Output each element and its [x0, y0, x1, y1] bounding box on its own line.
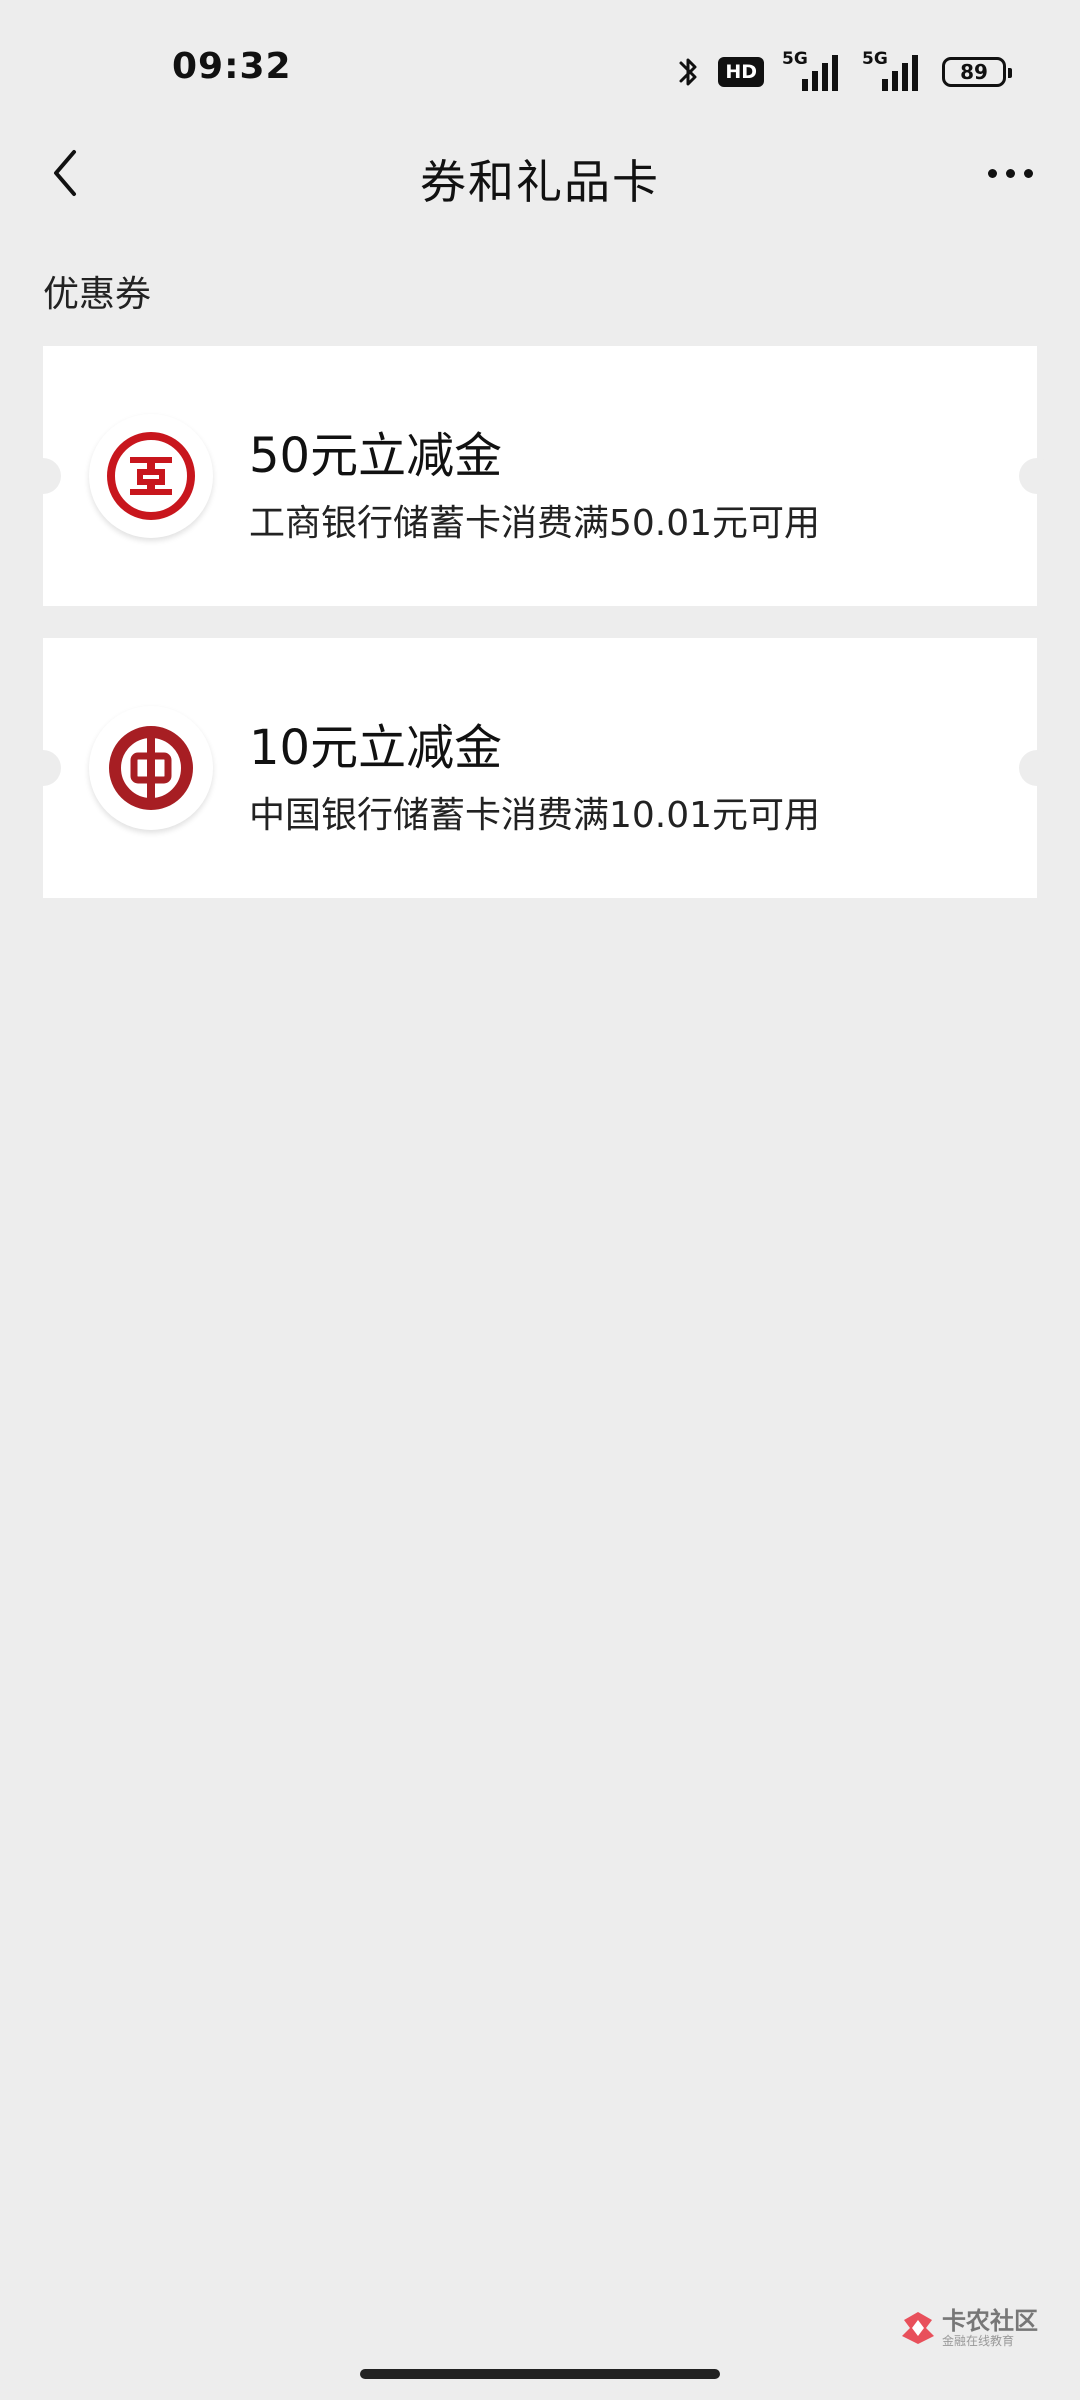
coupon-description: 工商银行储蓄卡消费满50.01元可用 [249, 503, 821, 544]
battery-level: 89 [960, 60, 988, 84]
icbc-logo-icon [89, 414, 213, 538]
signal-icon: 5G [782, 49, 844, 91]
coupon-card[interactable]: 50元立减金 工商银行储蓄卡消费满50.01元可用 [25, 346, 1055, 606]
network-type-label: 5G [782, 49, 808, 69]
more-dots-icon [987, 168, 997, 178]
battery-icon: 89 [942, 57, 1012, 87]
coupon-title: 50元立减金 [249, 428, 503, 484]
bluetooth-icon [678, 54, 700, 90]
signal-icon: 5G [862, 49, 924, 91]
more-button[interactable] [970, 148, 1050, 198]
coupon-title: 10元立减金 [249, 720, 503, 776]
status-time: 09:32 [172, 46, 292, 87]
more-dots-icon [1005, 168, 1015, 178]
more-dots-icon [1023, 168, 1033, 178]
section-label-coupons: 优惠券 [43, 274, 152, 315]
watermark-subtitle: 金融在线教育 [942, 2334, 1015, 2348]
coupon-description: 中国银行储蓄卡消费满10.01元可用 [249, 795, 821, 836]
status-icons: HD 5G 5G 89 [678, 49, 1012, 92]
coupon-card[interactable]: 10元立减金 中国银行储蓄卡消费满10.01元可用 [25, 638, 1055, 898]
hd-voice-icon: HD [718, 57, 764, 87]
page-title: 券和礼品卡 [420, 155, 660, 209]
network-type-label: 5G [862, 49, 888, 69]
watermark-title: 卡农社区 [942, 2307, 1038, 2335]
watermark: 卡农社区 金融在线教育 [900, 2308, 1038, 2348]
boc-logo-icon [89, 706, 213, 830]
status-bar: 09:32 HD 5G 5G 89 [0, 0, 1080, 140]
kanong-logo-icon [902, 2312, 934, 2344]
home-indicator[interactable] [360, 2369, 720, 2379]
